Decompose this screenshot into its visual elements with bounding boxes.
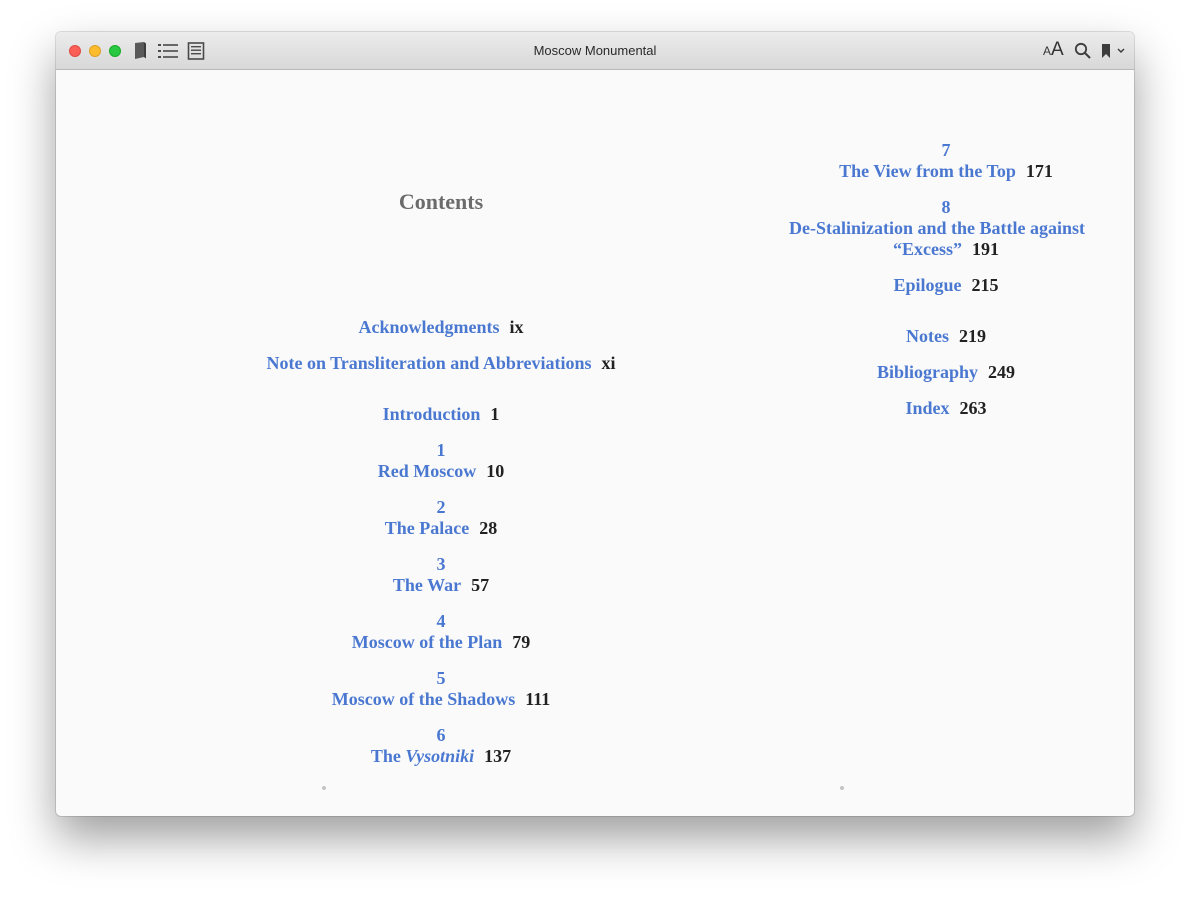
toc-title[interactable]: Moscow of the Plan	[352, 632, 502, 652]
search-icon[interactable]	[1074, 42, 1092, 60]
toc-page-number: 215	[971, 275, 999, 295]
toc-page-number: 1	[490, 404, 500, 424]
toc-page-number: 57	[471, 575, 490, 595]
chapter-number[interactable]: 1	[56, 440, 826, 461]
toc-page-number: 28	[479, 518, 498, 538]
toc-entry-notes[interactable]: Notes 219	[786, 326, 1106, 347]
toc-entry-acknowledgments[interactable]: Acknowledgments ix	[56, 317, 826, 338]
toc-title-prefix[interactable]: The	[371, 746, 401, 766]
toc-page-number: 263	[959, 398, 987, 418]
toc-entry-chapter-5[interactable]: 5 Moscow of the Shadows 111	[56, 668, 826, 710]
toc-entry-chapter-6[interactable]: 6 The Vysotniki 137	[56, 725, 826, 767]
toc-title[interactable]: The Palace	[385, 518, 469, 538]
page-indicator-dot	[322, 786, 326, 790]
toc-title[interactable]: Moscow of the Shadows	[332, 689, 516, 709]
toc-title-line-1[interactable]: De-Stalinization and the Battle against	[786, 218, 1106, 239]
chapter-number[interactable]: 6	[56, 725, 826, 746]
font-size-small-icon: A	[1043, 44, 1052, 58]
toc-page-number: 79	[512, 632, 531, 652]
reader-window: Moscow Monumental AA Contents Acknowledg…	[56, 32, 1134, 816]
toc-title[interactable]: The War	[393, 575, 461, 595]
contents-heading: Contents	[398, 189, 484, 214]
chapter-number[interactable]: 7	[786, 140, 1106, 161]
toc-title[interactable]: Red Moscow	[378, 461, 476, 481]
toc-title[interactable]: Introduction	[383, 404, 481, 424]
chapter-number[interactable]: 5	[56, 668, 826, 689]
toc-page-number: 10	[486, 461, 505, 481]
chapter-number[interactable]: 2	[56, 497, 826, 518]
chevron-down-icon[interactable]	[1116, 47, 1126, 55]
toc-entry-chapter-1[interactable]: 1 Red Moscow 10	[56, 440, 826, 482]
toc-title[interactable]: Note on Transliteration and Abbreviation…	[266, 353, 591, 373]
left-page: Contents Acknowledgments ix Note on Trans…	[56, 69, 826, 816]
toc-title[interactable]: Notes	[906, 326, 949, 346]
toc-page-number: 219	[959, 326, 986, 346]
toc-entry-note-on-transliteration[interactable]: Note on Transliteration and Abbreviation…	[56, 353, 826, 374]
toc-title[interactable]: Bibliography	[877, 362, 978, 382]
toc-title[interactable]: Index	[905, 398, 949, 418]
font-size-large-icon: A	[1051, 39, 1064, 60]
toc-entry-bibliography[interactable]: Bibliography 249	[786, 362, 1106, 383]
chapter-number[interactable]: 8	[786, 197, 1106, 218]
toc-page-number: 191	[972, 239, 999, 259]
toc-title-line-2[interactable]: “Excess”	[893, 239, 962, 259]
toc-page-number: ix	[509, 317, 524, 337]
right-page: 7 The View from the Top 171 8 De-Staliniz…	[786, 69, 1106, 816]
toc-entry-introduction[interactable]: Introduction 1	[56, 404, 826, 425]
chapter-number[interactable]: 4	[56, 611, 826, 632]
toc-page-number: 137	[484, 746, 512, 766]
toc-entry-chapter-4[interactable]: 4 Moscow of the Plan 79	[56, 611, 826, 653]
toc-entry-chapter-3[interactable]: 3 The War 57	[56, 554, 826, 596]
toc-page-number: 249	[988, 362, 1016, 382]
toc-entry-epilogue[interactable]: Epilogue 215	[786, 275, 1106, 296]
page-indicator-dot	[840, 786, 844, 790]
font-size-button[interactable]: AA	[1043, 40, 1064, 61]
window-title: Moscow Monumental	[533, 43, 657, 58]
titlebar: Moscow Monumental AA	[56, 32, 1134, 70]
toc-entry-chapter-7[interactable]: 7 The View from the Top 171	[786, 140, 1106, 182]
toc-title[interactable]: Acknowledgments	[358, 317, 499, 337]
toc-page-number: 111	[525, 689, 551, 709]
chapter-number[interactable]: 3	[56, 554, 826, 575]
toc-title-italic[interactable]: Vysotniki	[405, 746, 474, 766]
toc-title[interactable]: The View from the Top	[839, 161, 1016, 181]
bookmark-icon[interactable]	[1100, 42, 1112, 60]
toc-entry-chapter-8[interactable]: 8 De-Stalinization and the Battle agains…	[786, 197, 1106, 260]
toc-page-number: 171	[1025, 161, 1053, 181]
toc-entry-index[interactable]: Index 263	[786, 398, 1106, 419]
toc-entry-chapter-2[interactable]: 2 The Palace 28	[56, 497, 826, 539]
toc-page-number: xi	[601, 353, 616, 373]
toc-title[interactable]: Epilogue	[893, 275, 961, 295]
